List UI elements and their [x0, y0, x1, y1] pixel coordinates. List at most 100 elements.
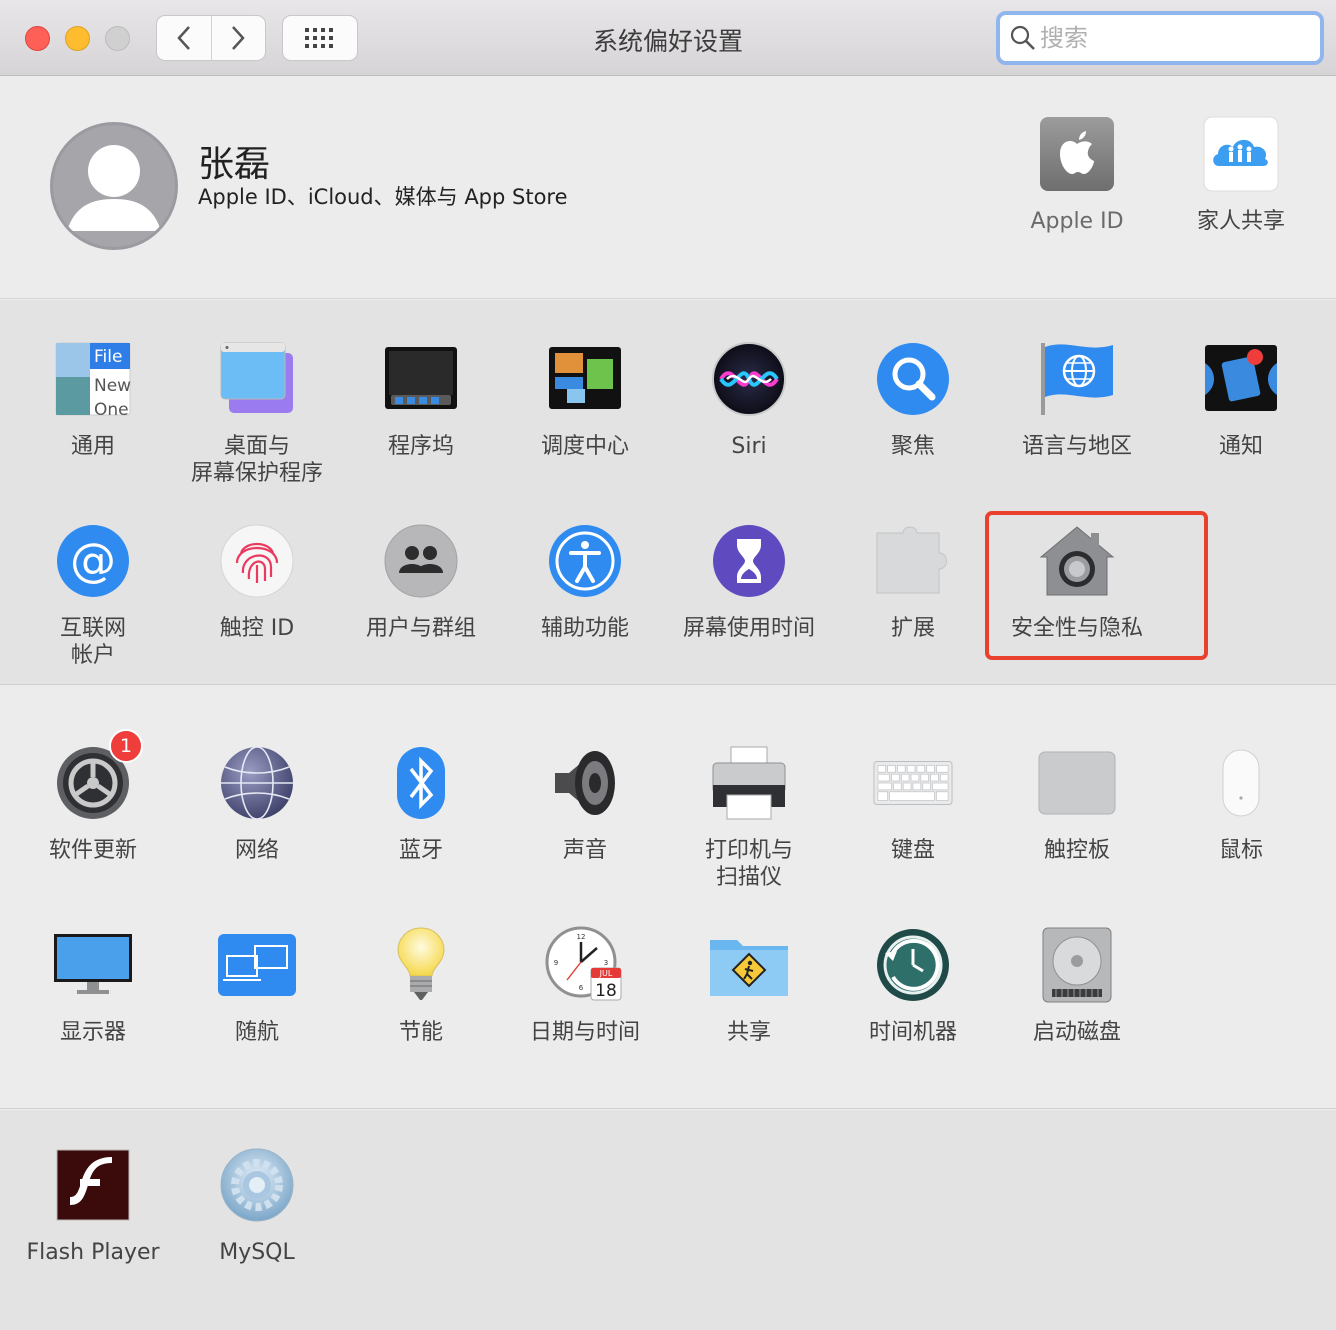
pref-mission-control[interactable]: 调度中心 — [503, 339, 667, 460]
spotlight-icon — [873, 339, 953, 419]
pref-label: 通知 — [1218, 434, 1263, 459]
pref-dock[interactable]: 程序坞 — [339, 339, 503, 460]
calendar-month: JUL — [599, 969, 613, 978]
user-subtitle: Apple ID、iCloud、媒体与 App Store — [198, 185, 568, 209]
pref-displays[interactable]: 显示器 — [11, 925, 175, 1046]
language-region-icon — [1037, 339, 1117, 419]
pref-label: 显示器 — [59, 1020, 126, 1045]
extensions-icon — [873, 521, 953, 601]
general-icon: File New One — [53, 339, 133, 419]
avatar[interactable] — [50, 122, 178, 250]
sound-icon — [545, 743, 625, 823]
pref-mysql[interactable]: MySQL — [175, 1145, 339, 1266]
pref-keyboard[interactable]: 键盘 — [831, 743, 995, 864]
pref-label: 触控 ID — [219, 616, 295, 641]
pref-label: 调度中心 — [540, 434, 629, 459]
sidecar-icon — [217, 925, 297, 1005]
pref-label: 辅助功能 — [540, 616, 629, 641]
calendar-day: 18 — [595, 981, 617, 1001]
date-time-icon: 12 3 6 9 JUL 18 — [545, 925, 625, 1005]
pref-screen-time[interactable]: 屏幕使用时间 — [667, 521, 831, 642]
mysql-icon — [217, 1145, 297, 1225]
pref-time-machine[interactable]: 时间机器 — [831, 925, 995, 1046]
pref-energy-saver[interactable]: 节能 — [339, 925, 503, 1046]
pref-label: 用户与群组 — [365, 616, 476, 641]
dock-icon — [381, 339, 461, 419]
pref-accessibility[interactable]: 辅助功能 — [503, 521, 667, 642]
pref-trackpad[interactable]: 触控板 — [995, 743, 1159, 864]
pref-label: 聚焦 — [890, 434, 935, 459]
svg-text:6: 6 — [579, 984, 584, 992]
pref-software-update[interactable]: 1 软件更新 — [11, 729, 175, 864]
pref-bluetooth[interactable]: 蓝牙 — [339, 743, 503, 864]
user-silhouette-icon — [67, 145, 161, 231]
apple-icon — [1037, 114, 1117, 194]
pref-extensions[interactable]: 扩展 — [831, 521, 995, 642]
pref-label: 节能 — [398, 1020, 443, 1045]
pref-desktop-screensaver[interactable]: 桌面与 屏幕保护程序 — [175, 339, 339, 487]
pref-date-time[interactable]: 12 3 6 9 JUL 18 日期与时间 — [503, 925, 667, 1046]
internet-accounts-icon: @ — [53, 521, 133, 601]
pref-label: 网络 — [234, 838, 279, 863]
sharing-icon — [709, 925, 789, 1005]
highlight-box — [985, 511, 1208, 660]
pref-siri[interactable]: Siri — [667, 339, 831, 460]
pref-mouse[interactable]: 鼠标 — [1159, 743, 1323, 864]
pref-startup-disk[interactable]: 启动磁盘 — [995, 925, 1159, 1046]
pref-sharing[interactable]: 共享 — [667, 925, 831, 1046]
pref-label: 随航 — [234, 1020, 279, 1045]
pref-label: 桌面与 屏幕保护程序 — [190, 434, 323, 486]
search-input[interactable] — [1040, 24, 1300, 52]
mission-control-icon — [545, 339, 625, 419]
title-bar: 系统偏好设置 — [0, 0, 1336, 76]
pref-label: 通用 — [70, 434, 115, 459]
pref-label: Flash Player — [26, 1240, 160, 1265]
pref-label: 家人共享 — [1196, 209, 1285, 234]
pref-sound[interactable]: 声音 — [503, 743, 667, 864]
pref-label: 软件更新 — [48, 838, 137, 863]
software-update-icon: 1 — [53, 729, 143, 823]
screen-time-icon — [709, 521, 789, 601]
svg-text:@: @ — [70, 533, 116, 587]
pref-printers-scanners[interactable]: 打印机与 扫描仪 — [667, 743, 831, 891]
bluetooth-icon — [381, 743, 461, 823]
pref-label: 语言与地区 — [1021, 434, 1132, 459]
search-field[interactable] — [996, 11, 1324, 65]
time-machine-icon — [873, 925, 953, 1005]
pref-users-groups[interactable]: 用户与群组 — [339, 521, 503, 642]
pref-general[interactable]: File New One 通用 — [11, 339, 175, 460]
pref-label: 触控板 — [1043, 838, 1110, 863]
touch-id-icon — [217, 521, 297, 601]
pref-sidecar[interactable]: 随航 — [175, 925, 339, 1046]
energy-saver-icon — [381, 925, 461, 1005]
pref-internet-accounts[interactable]: @ 互联网 帐户 — [11, 521, 175, 669]
pref-flash-player[interactable]: Flash Player — [11, 1145, 175, 1266]
svg-text:9: 9 — [554, 959, 558, 967]
pref-network[interactable]: 网络 — [175, 743, 339, 864]
pref-label: 互联网 帐户 — [59, 616, 126, 668]
pref-language-region[interactable]: 语言与地区 — [995, 339, 1159, 460]
mouse-icon — [1201, 743, 1281, 823]
pref-label: 扩展 — [890, 616, 935, 641]
flash-player-icon — [53, 1145, 133, 1225]
search-icon — [1010, 25, 1035, 50]
pref-notifications[interactable]: 通知 — [1159, 339, 1323, 460]
pref-label: 打印机与 扫描仪 — [704, 838, 793, 890]
printer-scanner-icon — [709, 743, 789, 823]
keyboard-icon — [873, 743, 953, 823]
displays-icon — [53, 925, 133, 1005]
pref-touch-id[interactable]: 触控 ID — [175, 521, 339, 642]
pref-apple-id[interactable]: Apple ID — [995, 114, 1159, 235]
pref-label: 键盘 — [890, 838, 935, 863]
pref-label: 日期与时间 — [529, 1020, 640, 1045]
notifications-icon — [1201, 339, 1281, 419]
pref-label: 程序坞 — [387, 434, 454, 459]
svg-text:3: 3 — [604, 959, 608, 967]
pref-label: 共享 — [726, 1020, 771, 1045]
user-section: 张磊 Apple ID、iCloud、媒体与 App Store Apple I… — [0, 77, 1336, 299]
pref-spotlight[interactable]: 聚焦 — [831, 339, 995, 460]
pref-label: 鼠标 — [1218, 838, 1263, 863]
siri-icon — [709, 339, 789, 419]
trackpad-icon — [1037, 743, 1117, 823]
pref-family-sharing[interactable]: 家人共享 — [1159, 114, 1323, 235]
